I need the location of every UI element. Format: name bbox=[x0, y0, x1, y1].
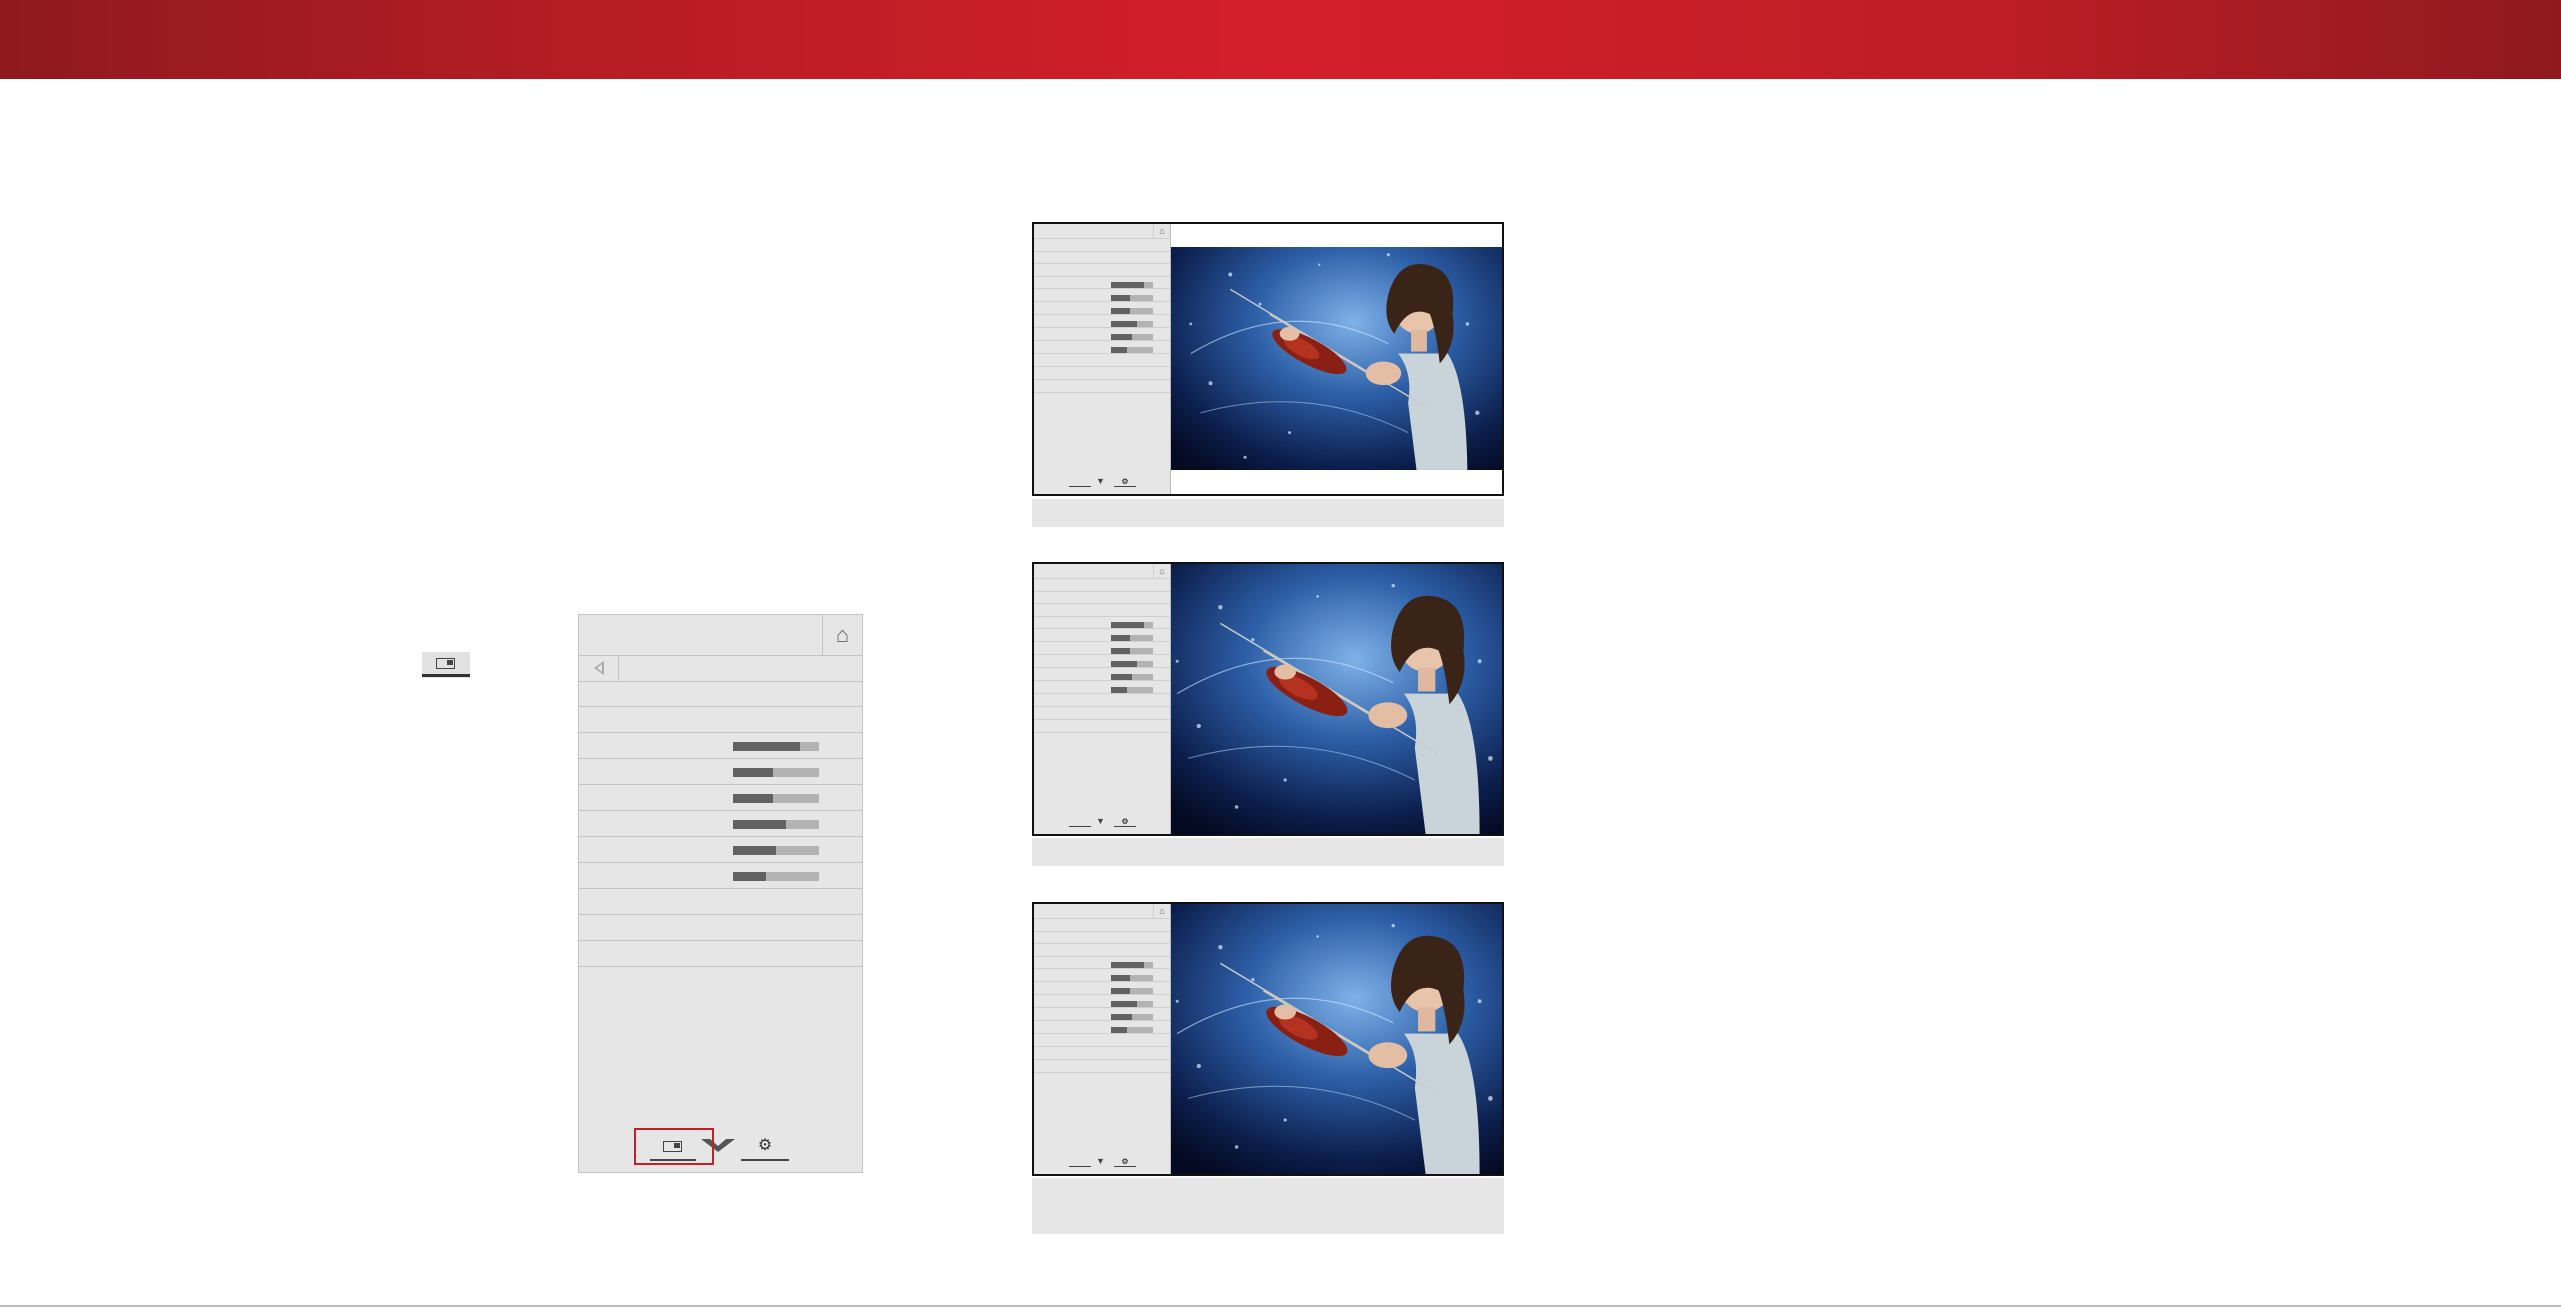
mini-menu: ⌂ ▼ ⚙ bbox=[1034, 224, 1171, 494]
mini-slider-bar bbox=[1111, 687, 1153, 693]
screen-thumbnail-1: ⌂ ▼ ⚙ bbox=[1032, 222, 1504, 496]
mini-slider-bar bbox=[1111, 1014, 1153, 1020]
settings-gear-icon: ⚙ bbox=[1114, 817, 1136, 827]
menu-row-slider[interactable] bbox=[579, 785, 862, 811]
mini-slider-bar bbox=[1111, 962, 1153, 968]
mini-slider-bar bbox=[1111, 1027, 1153, 1033]
mini-slider-bar bbox=[1111, 295, 1153, 301]
slider-bar[interactable] bbox=[733, 794, 819, 803]
menu-row-slider[interactable] bbox=[579, 863, 862, 889]
mini-slider-bar bbox=[1111, 622, 1153, 628]
menu-row-slider[interactable] bbox=[579, 811, 862, 837]
slider-bar[interactable] bbox=[733, 768, 819, 777]
thumbnail-caption-3 bbox=[1032, 1178, 1504, 1234]
menu-row[interactable] bbox=[579, 707, 862, 733]
thumbnail-caption-2 bbox=[1032, 838, 1504, 866]
footer-divider bbox=[0, 1305, 2561, 1307]
home-icon: ⌂ bbox=[1153, 224, 1170, 238]
picture-mode-icon bbox=[1069, 817, 1091, 827]
highlight-box bbox=[634, 1128, 714, 1165]
thumbnail-caption-1 bbox=[1032, 499, 1504, 527]
menu-row-slider[interactable] bbox=[579, 733, 862, 759]
mini-slider-bar bbox=[1111, 648, 1153, 654]
screen-thumbnail-3: ⌂ ▼ ⚙ bbox=[1032, 902, 1504, 1176]
mini-slider-bar bbox=[1111, 308, 1153, 314]
violinist-photo bbox=[1171, 247, 1502, 470]
picture-mode-icon bbox=[1069, 477, 1091, 487]
mini-slider-bar bbox=[1111, 321, 1153, 327]
mini-slider-bar bbox=[1111, 282, 1153, 288]
violinist-photo bbox=[1171, 564, 1502, 834]
mini-slider-bar bbox=[1111, 347, 1153, 353]
home-icon: ⌂ bbox=[1153, 564, 1170, 578]
vizio-v-icon: ▼ bbox=[1096, 476, 1105, 486]
screen-thumbnail-2: ⌂ ▼ ⚙ bbox=[1032, 562, 1504, 836]
mini-slider-bar bbox=[1111, 674, 1153, 680]
header-bar bbox=[0, 0, 2561, 79]
vizio-v-icon: ▼ bbox=[1096, 1156, 1105, 1166]
tv-settings-menu: ⌂ ⚙ bbox=[578, 614, 863, 1173]
settings-gear-icon: ⚙ bbox=[1114, 477, 1136, 487]
menu-row[interactable] bbox=[579, 941, 862, 967]
menu-row[interactable] bbox=[579, 681, 862, 707]
settings-gear-icon[interactable]: ⚙ bbox=[741, 1137, 789, 1161]
picture-mode-icon bbox=[1069, 1157, 1091, 1167]
mini-slider-bar bbox=[1111, 635, 1153, 641]
menu-row-slider[interactable] bbox=[579, 759, 862, 785]
picture-size-icon bbox=[422, 652, 470, 678]
home-icon: ⌂ bbox=[1153, 904, 1170, 918]
mini-slider-bar bbox=[1111, 1001, 1153, 1007]
mini-slider-bar bbox=[1111, 988, 1153, 994]
settings-gear-icon: ⚙ bbox=[1114, 1157, 1136, 1167]
vizio-v-icon: ▼ bbox=[1096, 816, 1105, 826]
slider-bar[interactable] bbox=[733, 742, 819, 751]
mini-slider-bar bbox=[1111, 975, 1153, 981]
mini-menu: ⌂ ▼ ⚙ bbox=[1034, 904, 1171, 1174]
slider-bar[interactable] bbox=[733, 820, 819, 829]
menu-row-slider[interactable] bbox=[579, 837, 862, 863]
menu-back-row bbox=[579, 655, 862, 682]
slider-bar[interactable] bbox=[733, 846, 819, 855]
menu-row[interactable] bbox=[579, 915, 862, 941]
violinist-photo bbox=[1171, 904, 1502, 1174]
home-icon[interactable]: ⌂ bbox=[822, 615, 862, 655]
back-arrow-icon[interactable] bbox=[579, 655, 619, 681]
menu-title-row: ⌂ bbox=[579, 615, 862, 656]
mini-slider-bar bbox=[1111, 661, 1153, 667]
menu-row[interactable] bbox=[579, 889, 862, 915]
mini-slider-bar bbox=[1111, 334, 1153, 340]
mini-menu: ⌂ ▼ ⚙ bbox=[1034, 564, 1171, 834]
slider-bar[interactable] bbox=[733, 872, 819, 881]
